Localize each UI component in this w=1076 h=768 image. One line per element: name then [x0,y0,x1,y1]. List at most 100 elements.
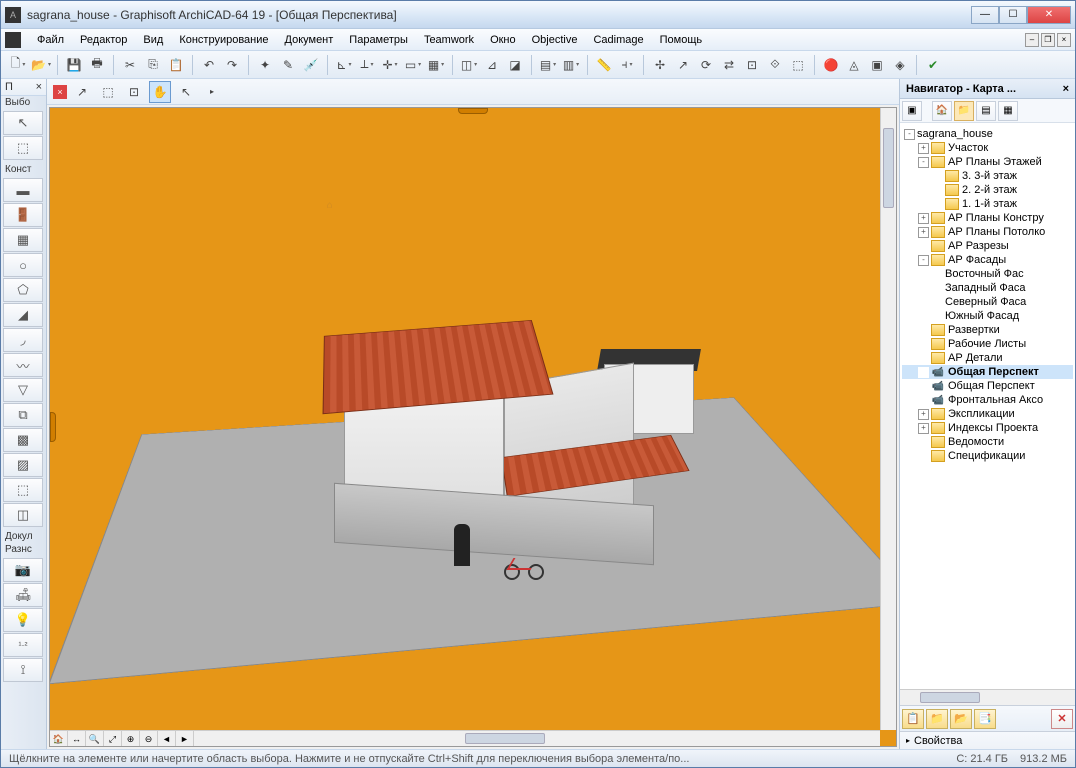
tree-expand-icon[interactable]: - [918,255,929,266]
scroll-thumb[interactable] [465,733,545,744]
vc-zoomout[interactable]: ⊖ [140,731,158,747]
menu-parameters[interactable]: Параметры [341,31,416,49]
nav-project-button[interactable]: 🏠 [932,101,952,121]
tree-node[interactable]: 📹Общая Перспект [902,365,1073,379]
column-tool[interactable]: ○ [3,253,43,277]
nav-newfolder-button[interactable]: 📁 [926,709,948,729]
nav-delete-button[interactable]: ✕ [1051,709,1073,729]
print-button[interactable]: 🖶 [86,54,108,76]
menu-construction[interactable]: Конструирование [171,31,276,49]
snap5-button[interactable]: ▦ [425,54,447,76]
transform1-button[interactable]: ✢ [649,54,671,76]
nav-publisher-button[interactable]: ▦ [998,101,1018,121]
help-button[interactable]: ✔ [922,54,944,76]
redo-button[interactable]: ↷ [221,54,243,76]
vtool3[interactable]: ⊡ [123,81,145,103]
tree-node[interactable]: 1. 1-й этаж [902,197,1073,211]
navigator-close-icon[interactable]: × [1063,83,1069,95]
transform6-button[interactable]: ⟐ [764,54,786,76]
vc-pan[interactable]: ↔ [68,731,86,747]
paste-button[interactable]: 📋 [165,54,187,76]
lamp-tool[interactable]: 🛋 [3,583,43,607]
vertical-scrollbar[interactable] [880,108,896,730]
tree-node[interactable]: ⌂Северный Фаса [902,295,1073,309]
close-tab-button[interactable]: × [53,85,67,99]
nav-save-button[interactable]: 📂 [950,709,972,729]
vc-orbit[interactable]: 🏠 [50,731,68,747]
slab-tool[interactable]: ◢ [3,303,43,327]
arrow-tool[interactable]: ↖ [3,111,43,135]
zone-tool[interactable]: ▨ [3,453,43,477]
menu-teamwork[interactable]: Teamwork [416,31,482,49]
curtain-tool[interactable]: ▩ [3,428,43,452]
maximize-button[interactable]: ☐ [999,6,1027,24]
menu-document[interactable]: Документ [277,31,342,49]
transform5-button[interactable]: ⊡ [741,54,763,76]
menu-view[interactable]: Вид [135,31,171,49]
tree-node[interactable]: Спецификации [902,449,1073,463]
transform3-button[interactable]: ⟳ [695,54,717,76]
minimize-button[interactable]: — [971,6,999,24]
transform7-button[interactable]: ⬚ [787,54,809,76]
door-tool[interactable]: 🚪 [3,203,43,227]
open-file-button[interactable]: 📂 [30,54,52,76]
morph-tool[interactable]: ▽ [3,378,43,402]
menu-editor[interactable]: Редактор [72,31,135,49]
render1-button[interactable]: 🔴 [820,54,842,76]
window-tool[interactable]: ▦ [3,228,43,252]
vc-next[interactable]: ► [176,731,194,747]
tree-node[interactable]: ⌂Южный Фасад [902,309,1073,323]
tree-node[interactable]: 2. 2-й этаж [902,183,1073,197]
text-tool[interactable]: ¹·² [3,633,43,657]
transform4-button[interactable]: ⇄ [718,54,740,76]
camera-tool[interactable]: 📷 [3,558,43,582]
copy-button[interactable]: ⎘ [142,54,164,76]
tree-expand-icon[interactable]: + [918,143,929,154]
render4-button[interactable]: ◈ [889,54,911,76]
tree-node[interactable]: -АР Планы Этажей [902,155,1073,169]
tree-node[interactable]: +АР Планы Потолко [902,225,1073,239]
tree-node[interactable]: Рабочие Листы [902,337,1073,351]
save-button[interactable]: 💾 [63,54,85,76]
undo-button[interactable]: ↶ [198,54,220,76]
nav-popup-button[interactable]: ▣ [902,101,922,121]
snap4-button[interactable]: ▭ [402,54,424,76]
vc-zoomin[interactable]: ⊕ [122,731,140,747]
vtool1[interactable]: ↗ [71,81,93,103]
tree-node[interactable]: +АР Планы Констру [902,211,1073,225]
measure-button[interactable]: 📏 [593,54,615,76]
guide3-button[interactable]: ◪ [504,54,526,76]
tree-expand-icon[interactable]: + [918,227,929,238]
tree-node[interactable]: +Участок [902,141,1073,155]
3d-viewport[interactable]: 🏠 ↔ 🔍 ⤢ ⊕ ⊖ ◄ ► [49,107,897,747]
tree-node[interactable]: 📹Общая Перспект [902,379,1073,393]
tree-node[interactable]: АР Детали [902,351,1073,365]
tree-node[interactable]: 3. 3-й этаж [902,169,1073,183]
mdi-close-button[interactable]: × [1057,33,1071,47]
snap2-button[interactable]: ⟂ [356,54,378,76]
marquee-tool[interactable]: ⬚ [3,136,43,160]
vc-zoom[interactable]: 🔍 [86,731,104,747]
transform2-button[interactable]: ↗ [672,54,694,76]
snap1-button[interactable]: ⊾ [333,54,355,76]
nav-clone-button[interactable]: 📑 [974,709,996,729]
tree-node[interactable]: -⌂sagrana_house [902,127,1073,141]
light-tool[interactable]: 💡 [3,608,43,632]
vtool6[interactable]: ▸ [201,81,223,103]
vtool5[interactable]: ↖ [175,81,197,103]
scroll-thumb[interactable] [920,692,980,703]
tree-expand-icon[interactable]: + [918,213,929,224]
vtool2[interactable]: ⬚ [97,81,119,103]
view-opt2-button[interactable]: ▥ [560,54,582,76]
cut-button[interactable]: ✂ [119,54,141,76]
tree-expand-icon[interactable]: - [918,157,929,168]
snap3-button[interactable]: ✛ [379,54,401,76]
wall-tool[interactable]: ▬ [3,178,43,202]
navigator-tree[interactable]: -⌂sagrana_house+Участок-АР Планы Этажей3… [900,123,1075,689]
properties-row[interactable]: ▸ Свойства [900,731,1075,749]
syringe-button[interactable]: 💉 [300,54,322,76]
tree-node[interactable]: ⌂Восточный Фас [902,267,1073,281]
nav-viewmap-button[interactable]: 📁 [954,101,974,121]
menu-file[interactable]: Файл [29,31,72,49]
eyedropper-button[interactable]: ✎ [277,54,299,76]
